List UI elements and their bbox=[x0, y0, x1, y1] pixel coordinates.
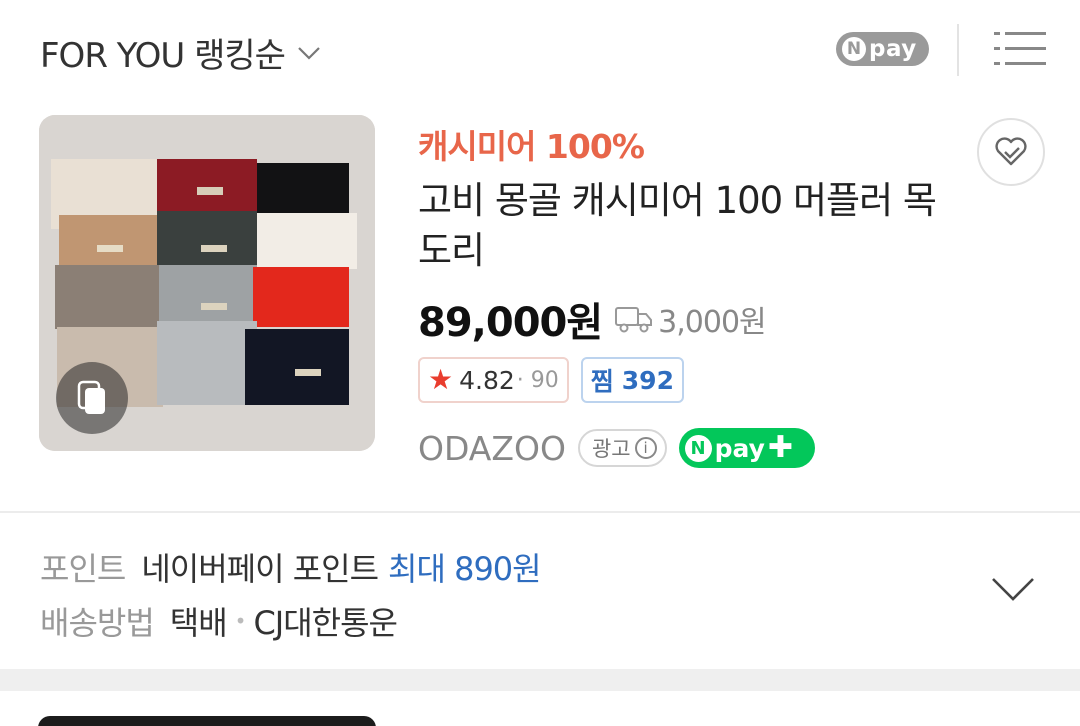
delivery-carrier: CJ대한통운 bbox=[253, 604, 398, 642]
rating-badge[interactable]: ★ 4.82 · 90 bbox=[418, 357, 569, 403]
price-row: 89,000원 3,000원 bbox=[418, 290, 767, 348]
point-max: 최대 890원 bbox=[388, 550, 542, 588]
product-title[interactable]: 고비 몽골 캐시미어 100 머플러 목도리 bbox=[418, 176, 958, 276]
delivery-label: 배송방법 bbox=[40, 604, 155, 642]
sort-label: FOR YOU 랭킹순 bbox=[40, 36, 286, 76]
wish-badge[interactable]: 찜 392 bbox=[580, 357, 684, 403]
seller-name[interactable]: ODAZOO bbox=[418, 429, 566, 468]
delivery-row: 배송방법 택배 • CJ대한통운 bbox=[40, 598, 398, 644]
top-bar: FOR YOU 랭킹순 N pay bbox=[0, 0, 1080, 98]
truck-icon bbox=[615, 307, 653, 333]
point-row: 포인트 네이버페이 포인트 최대 890원 bbox=[40, 544, 542, 590]
npay-label: pay bbox=[869, 36, 917, 62]
point-value: 네이버페이 포인트 bbox=[141, 550, 379, 588]
wish-label: 찜 bbox=[590, 367, 614, 396]
npay-plus-badge: N pay ✚ bbox=[678, 428, 815, 468]
promo-text: 캐시미어 100% bbox=[418, 127, 645, 166]
npay-filter-button[interactable]: N pay bbox=[836, 32, 929, 66]
heart-check-icon bbox=[995, 137, 1027, 166]
multi-image-icon bbox=[77, 380, 105, 414]
list-view-icon[interactable] bbox=[994, 30, 1046, 68]
header-divider bbox=[957, 24, 959, 76]
point-label: 포인트 bbox=[40, 550, 126, 588]
ad-badge[interactable]: 광고 i bbox=[577, 429, 667, 467]
chevron-down-icon[interactable] bbox=[990, 574, 1036, 604]
star-icon: ★ bbox=[428, 363, 454, 396]
seller-row: ODAZOO 광고 i N pay ✚ bbox=[418, 428, 815, 468]
wishlist-button[interactable] bbox=[977, 118, 1045, 186]
next-product-thumbnail[interactable] bbox=[38, 716, 376, 726]
delivery-method: 택배 bbox=[169, 604, 228, 642]
ad-label: 광고 bbox=[591, 437, 631, 461]
separator-dot: • bbox=[234, 609, 247, 633]
badge-row: ★ 4.82 · 90 찜 392 bbox=[418, 357, 684, 403]
wish-count: 392 bbox=[621, 365, 674, 395]
multi-image-badge[interactable] bbox=[56, 362, 128, 434]
info-icon: i bbox=[634, 437, 657, 459]
npay-n-logo: N bbox=[842, 37, 866, 61]
divider bbox=[0, 511, 1080, 513]
npay-plus-label: pay bbox=[714, 433, 765, 463]
npay-n-logo: N bbox=[684, 434, 712, 462]
rating-value: 4.82 bbox=[459, 365, 515, 395]
shipping-fee: 3,000원 bbox=[658, 305, 766, 340]
chevron-down-icon bbox=[298, 46, 320, 60]
section-separator bbox=[0, 669, 1080, 691]
review-count: · 90 bbox=[516, 367, 559, 393]
product-price: 89,000원 bbox=[418, 300, 603, 346]
plus-icon: ✚ bbox=[767, 430, 794, 465]
sort-dropdown[interactable]: FOR YOU 랭킹순 bbox=[40, 28, 321, 77]
